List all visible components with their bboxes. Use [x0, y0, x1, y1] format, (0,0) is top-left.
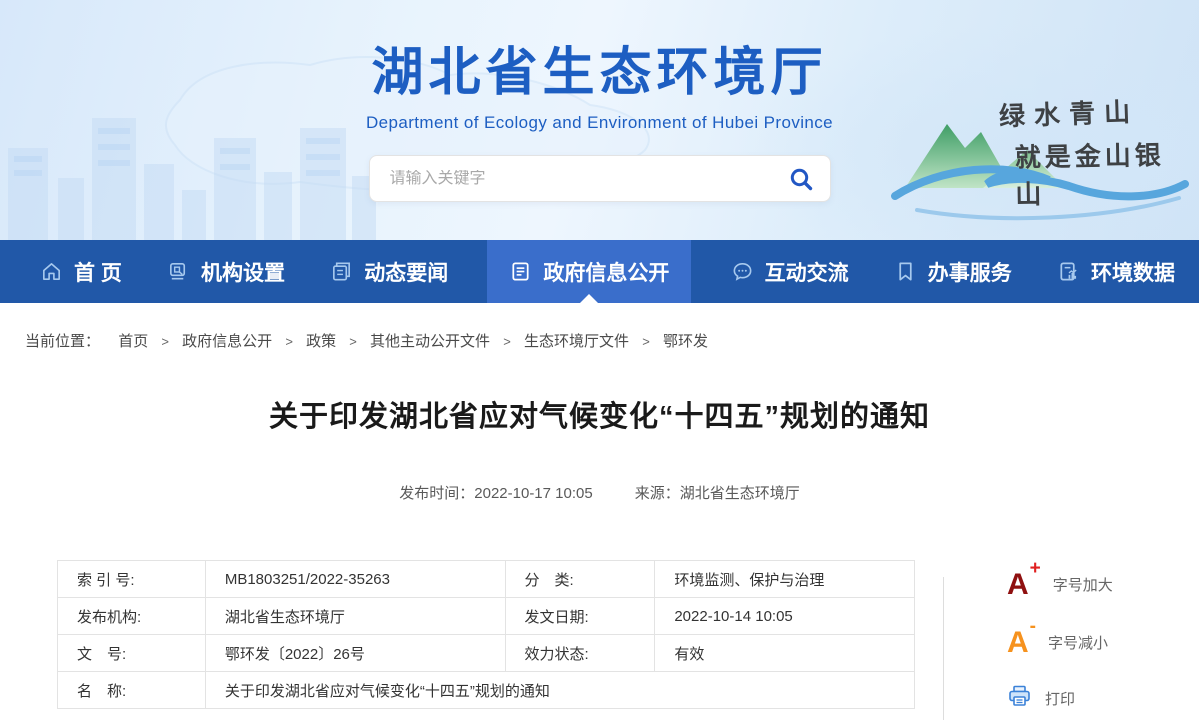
print-button[interactable]: 打印 [1007, 684, 1113, 713]
table-row: 索 引 号: MB1803251/2022-35263 分 类: 环境监测、保护… [58, 561, 915, 598]
nav-item-news[interactable]: 动态要闻 [324, 240, 454, 303]
printer-icon [1007, 684, 1032, 713]
nav-item-label: 机构设置 [201, 257, 285, 287]
meta-label-validity: 效力状态: [505, 635, 655, 672]
site-title: 湖北省生态环境厅 [0, 30, 1199, 105]
meta-value-doc-no: 鄂环发〔2022〕26号 [205, 635, 505, 672]
meta-label-doc-no: 文 号: [58, 635, 206, 672]
meta-value-issue-date: 2022-10-14 10:05 [655, 598, 915, 635]
nav-item-home[interactable]: 首 页 [34, 240, 128, 303]
breadcrumb-separator: > [161, 334, 169, 349]
search-input[interactable] [390, 170, 788, 188]
font-decrease-icon: A- [1007, 626, 1035, 658]
nav-item-label: 环境数据 [1091, 257, 1175, 287]
breadcrumb-label: 当前位置： [25, 333, 100, 350]
meta-label-name: 名 称: [58, 672, 206, 709]
meta-value-validity: 有效 [655, 635, 915, 672]
breadcrumb-separator: > [349, 334, 357, 349]
site-subtitle: Department of Ecology and Environment of… [0, 113, 1199, 133]
nav-item-info-disclosure[interactable]: 政府信息公开 [487, 240, 691, 303]
table-row: 文 号: 鄂环发〔2022〕26号 效力状态: 有效 [58, 635, 915, 672]
meta-value-name: 关于印发湖北省应对气候变化“十四五”规划的通知 [205, 672, 914, 709]
breadcrumb: 当前位置： 首页 > 政府信息公开 > 政策 > 其他主动公开文件 > 生态环境… [0, 303, 1199, 351]
nav-item-label: 办事服务 [928, 257, 1012, 287]
breadcrumb-item-home[interactable]: 首页 [118, 333, 148, 350]
nav-item-interaction[interactable]: 互动交流 [725, 240, 855, 303]
data-icon [1057, 260, 1080, 283]
side-divider [943, 577, 944, 720]
font-decrease-label: 字号减小 [1048, 632, 1108, 653]
breadcrumb-item-dept-docs[interactable]: 生态环境厅文件 [524, 333, 629, 350]
nav-item-label: 政府信息公开 [543, 257, 669, 287]
source: 湖北省生态环境厅 [680, 485, 800, 502]
chat-icon [731, 260, 754, 283]
nav-item-label: 互动交流 [765, 257, 849, 287]
meta-label-publisher: 发布机构: [58, 598, 206, 635]
breadcrumb-separator: > [285, 334, 293, 349]
table-row: 发布机构: 湖北省生态环境厅 发文日期: 2022-10-14 10:05 [58, 598, 915, 635]
nav-item-services[interactable]: 办事服务 [888, 240, 1018, 303]
meta-value-index-no: MB1803251/2022-35263 [205, 561, 505, 598]
article-title: 关于印发湖北省应对气候变化“十四五”规划的通知 [0, 393, 1199, 435]
breadcrumb-item-ehuanfa[interactable]: 鄂环发 [663, 333, 708, 350]
search-box [369, 155, 831, 202]
table-row: 名 称: 关于印发湖北省应对气候变化“十四五”规划的通知 [58, 672, 915, 709]
nav-item-label: 动态要闻 [364, 257, 448, 287]
org-icon [167, 260, 190, 283]
site-header: 湖北省生态环境厅 Department of Ecology and Envir… [0, 0, 1199, 240]
document-meta-table: 索 引 号: MB1803251/2022-35263 分 类: 环境监测、保护… [57, 560, 915, 709]
info-disclosure-icon [509, 260, 532, 283]
breadcrumb-item-policy[interactable]: 政策 [306, 333, 336, 350]
breadcrumb-separator: > [503, 334, 511, 349]
home-icon [40, 260, 63, 283]
side-tools: A+ 字号加大 A- 字号减小 打印 [1007, 568, 1113, 713]
source-label: 来源： [635, 485, 680, 502]
font-increase-button[interactable]: A+ 字号加大 [1007, 568, 1113, 600]
bookmark-icon [894, 260, 917, 283]
publish-time-label: 发布时间： [399, 485, 474, 502]
breadcrumb-item-other-docs[interactable]: 其他主动公开文件 [370, 333, 490, 350]
publish-time: 2022-10-17 10:05 [474, 485, 592, 502]
meta-value-publisher: 湖北省生态环境厅 [205, 598, 505, 635]
font-decrease-button[interactable]: A- 字号减小 [1007, 626, 1113, 658]
breadcrumb-item-info-disclosure[interactable]: 政府信息公开 [182, 333, 272, 350]
page: 湖北省生态环境厅 Department of Ecology and Envir… [0, 0, 1199, 720]
meta-label-issue-date: 发文日期: [505, 598, 655, 635]
news-icon [330, 260, 353, 283]
nav-item-org[interactable]: 机构设置 [161, 240, 291, 303]
breadcrumb-separator: > [642, 334, 650, 349]
nav-item-env-data[interactable]: 环境数据 [1051, 240, 1181, 303]
search-icon[interactable] [788, 166, 814, 192]
main-nav: 首 页 机构设置 动态要闻 政府信息公开 互动交流 [0, 240, 1199, 303]
nav-item-label: 首 页 [74, 257, 122, 287]
meta-label-index-no: 索 引 号: [58, 561, 206, 598]
print-label: 打印 [1045, 688, 1075, 709]
meta-label-category: 分 类: [505, 561, 655, 598]
font-increase-label: 字号加大 [1053, 574, 1113, 595]
font-increase-icon: A+ [1007, 568, 1040, 600]
publish-info: 发布时间：2022-10-17 10:05 来源：湖北省生态环境厅 [0, 482, 1199, 503]
meta-value-category: 环境监测、保护与治理 [655, 561, 915, 598]
